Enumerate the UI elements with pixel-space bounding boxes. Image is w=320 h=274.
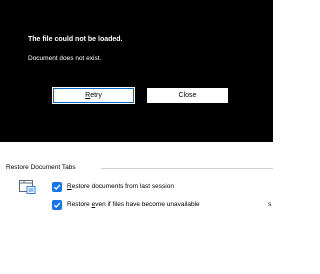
dialog-message: Document does not exist. [28, 55, 102, 62]
retry-label-rest: etry [90, 92, 102, 99]
option2-prefix: Restore [67, 201, 92, 208]
restore-unavailable-checkbox[interactable] [52, 200, 62, 210]
restore-unavailable-label[interactable]: Restore even if files have become unavai… [67, 201, 200, 208]
document-tabs-icon [19, 180, 36, 194]
checkmark-icon [53, 202, 61, 209]
option2-rest: ven if files have become unavailable [95, 201, 200, 208]
dialog-title: The file could not be loaded. [28, 36, 123, 43]
group-divider [101, 168, 273, 169]
error-dialog: The file could not be loaded. Document d… [0, 0, 273, 142]
retry-button[interactable]: Retry [53, 88, 134, 103]
close-button[interactable]: Close [147, 88, 228, 103]
restore-documents-label[interactable]: Restore documents from last session [67, 183, 174, 190]
restore-tabs-group-label: Restore Document Tabs [6, 164, 76, 171]
checkmark-icon [53, 184, 61, 191]
restore-documents-checkbox[interactable] [52, 182, 62, 192]
clipped-text: s [268, 201, 272, 208]
option1-rest: estore documents from last session [71, 183, 174, 190]
